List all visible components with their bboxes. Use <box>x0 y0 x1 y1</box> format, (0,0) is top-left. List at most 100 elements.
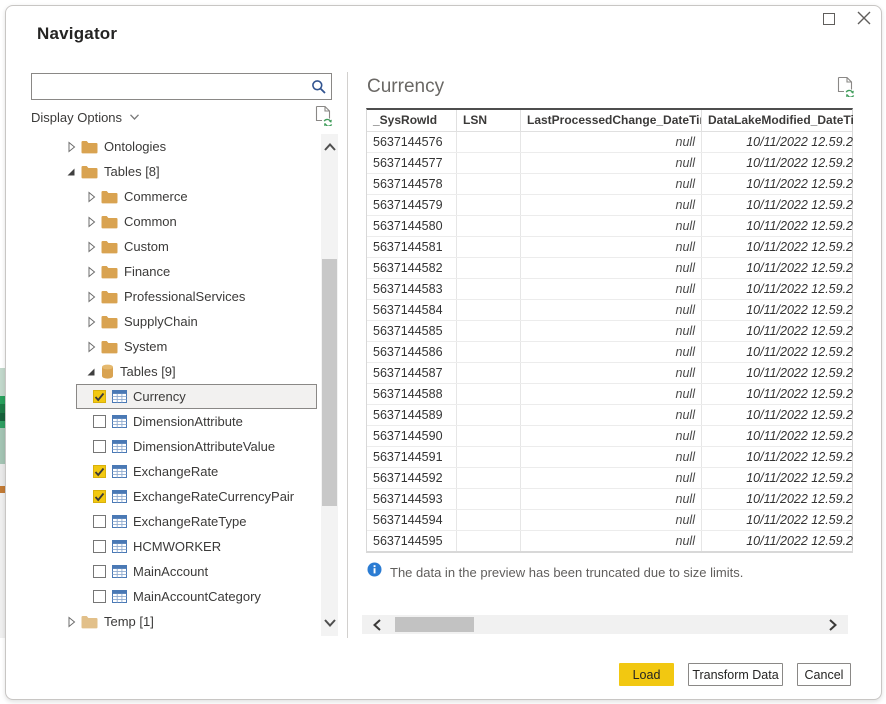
table-cell: 10/11/2022 12.59.2 <box>702 300 854 320</box>
table-cell: 5637144584 <box>367 300 457 320</box>
tree: Ontologies Tables [8]CommerceCommonCustom… <box>29 134 321 636</box>
table-row: 5637144587null10/11/2022 12.59.2 <box>367 363 852 384</box>
table-cell: 5637144576 <box>367 132 457 152</box>
expand-arrow-collapsed-icon[interactable] <box>66 141 76 153</box>
display-options-dropdown[interactable]: Display Options <box>31 106 332 128</box>
expand-arrow-collapsed-icon[interactable] <box>86 266 96 278</box>
tree-item-professionalservices[interactable]: ProfessionalServices <box>29 284 321 309</box>
table-icon <box>112 390 127 403</box>
tree-item-tables-8[interactable]: Tables [8] <box>29 159 321 184</box>
transform-data-button[interactable]: Transform Data <box>688 663 783 686</box>
tree-item-common[interactable]: Common <box>29 209 321 234</box>
column-header[interactable]: LastProcessedChange_DateTime <box>521 110 702 131</box>
expand-arrow-collapsed-icon[interactable] <box>86 191 96 203</box>
scroll-right-icon[interactable] <box>822 615 844 634</box>
expand-arrow-collapsed-icon[interactable] <box>86 291 96 303</box>
table-cell: 10/11/2022 12.59.2 <box>702 384 854 404</box>
tree-item-exchangeratetype[interactable]: ExchangeRateType <box>29 509 321 534</box>
column-header[interactable]: LSN <box>457 110 521 131</box>
table-row: 5637144592null10/11/2022 12.59.2 <box>367 468 852 489</box>
screen: Navigator Display Options <box>0 0 886 704</box>
column-header[interactable]: DataLakeModified_DateTime <box>702 110 854 131</box>
expand-arrow-collapsed-icon[interactable] <box>86 216 96 228</box>
table-cell: null <box>521 132 702 152</box>
tree-item-dimensionattribute[interactable]: DimensionAttribute <box>29 409 321 434</box>
tree-item-commerce[interactable]: Commerce <box>29 184 321 209</box>
table-cell: 10/11/2022 12.59.2 <box>702 468 854 488</box>
expand-arrow-expanded-icon[interactable] <box>66 167 76 177</box>
table-cell <box>457 468 521 488</box>
scroll-down-icon[interactable] <box>321 614 338 632</box>
folder-icon <box>101 315 118 329</box>
expand-arrow-collapsed-icon[interactable] <box>86 241 96 253</box>
dialog-title: Navigator <box>37 24 117 44</box>
tree-item-system[interactable]: System <box>29 334 321 359</box>
expand-arrow-collapsed-icon[interactable] <box>86 316 96 328</box>
table-cell: 10/11/2022 12.59.2 <box>702 237 854 257</box>
checkbox[interactable] <box>93 590 106 603</box>
tree-item-mainaccountcategory[interactable]: MainAccountCategory <box>29 584 321 609</box>
tree-item-exchangeratecurrencypair[interactable]: ExchangeRateCurrencyPair <box>29 484 321 509</box>
search-input[interactable] <box>32 74 307 99</box>
folder-icon <box>101 215 118 229</box>
refresh-button[interactable] <box>314 105 333 131</box>
checkbox[interactable] <box>93 440 106 453</box>
table-row: 5637144589null10/11/2022 12.59.2 <box>367 405 852 426</box>
refresh-page-icon <box>836 76 855 97</box>
tree-item-mainaccount[interactable]: MainAccount <box>29 559 321 584</box>
checkbox[interactable] <box>93 565 106 578</box>
tree-item-ontologies[interactable]: Ontologies <box>29 134 321 159</box>
table-cell: 5637144583 <box>367 279 457 299</box>
scroll-left-icon[interactable] <box>366 615 388 634</box>
column-header[interactable]: _SysRowId <box>367 110 457 131</box>
checkbox[interactable] <box>93 515 106 528</box>
preview-table-body: 5637144576null10/11/2022 12.59.256371445… <box>367 132 852 552</box>
tree-item-exchangerate[interactable]: ExchangeRate <box>29 459 321 484</box>
tree-item-temp-1[interactable]: Temp [1] <box>29 609 321 634</box>
table-cell: 5637144579 <box>367 195 457 215</box>
cancel-button[interactable]: Cancel <box>797 663 851 686</box>
checkbox[interactable] <box>93 390 106 403</box>
preview-hscrollbar-thumb[interactable] <box>395 617 474 632</box>
tree-item-finance[interactable]: Finance <box>29 259 321 284</box>
tree-item-custom[interactable]: Custom <box>29 234 321 259</box>
table-cell: null <box>521 426 702 446</box>
maximize-button[interactable] <box>814 10 844 32</box>
table-cell: null <box>521 489 702 509</box>
close-button[interactable] <box>849 9 879 31</box>
table-cell: null <box>521 153 702 173</box>
folder-icon <box>81 140 98 154</box>
checkbox[interactable] <box>93 490 106 503</box>
tree-item-hcmworker[interactable]: HCMWORKER <box>29 534 321 559</box>
checkbox[interactable] <box>93 415 106 428</box>
table-cell: 5637144591 <box>367 447 457 467</box>
tree-item-label: MainAccountCategory <box>133 589 261 604</box>
table-row: 5637144586null10/11/2022 12.59.2 <box>367 342 852 363</box>
table-cell <box>457 258 521 278</box>
expand-arrow-expanded-icon[interactable] <box>86 367 96 377</box>
tree-item-label: ExchangeRateCurrencyPair <box>133 489 294 504</box>
load-button[interactable]: Load <box>619 663 674 686</box>
table-cell: 5637144594 <box>367 510 457 530</box>
table-cell: 10/11/2022 12.59.2 <box>702 174 854 194</box>
expand-arrow-collapsed-icon[interactable] <box>86 341 96 353</box>
tree-item-currency[interactable]: Currency <box>76 384 317 409</box>
table-cell <box>457 237 521 257</box>
checkbox[interactable] <box>93 465 106 478</box>
scroll-up-icon[interactable] <box>321 138 338 156</box>
tree-item-dimensionattributevalue[interactable]: DimensionAttributeValue <box>29 434 321 459</box>
table-row: 5637144594null10/11/2022 12.59.2 <box>367 510 852 531</box>
display-options-label: Display Options <box>31 110 122 125</box>
checkbox[interactable] <box>93 540 106 553</box>
tree-item-tables-9[interactable]: Tables [9] <box>29 359 321 384</box>
tree-item-supplychain[interactable]: SupplyChain <box>29 309 321 334</box>
tree-item-label: Ontologies <box>104 139 166 154</box>
search-icon[interactable] <box>307 79 331 95</box>
table-cell <box>457 426 521 446</box>
tree-scrollbar[interactable] <box>321 134 338 636</box>
expand-arrow-collapsed-icon[interactable] <box>66 616 76 628</box>
preview-refresh-button[interactable] <box>836 76 855 102</box>
preview-hscrollbar[interactable] <box>362 615 848 634</box>
table-cell: 10/11/2022 12.59.2 <box>702 195 854 215</box>
tree-scrollbar-thumb[interactable] <box>322 259 337 506</box>
